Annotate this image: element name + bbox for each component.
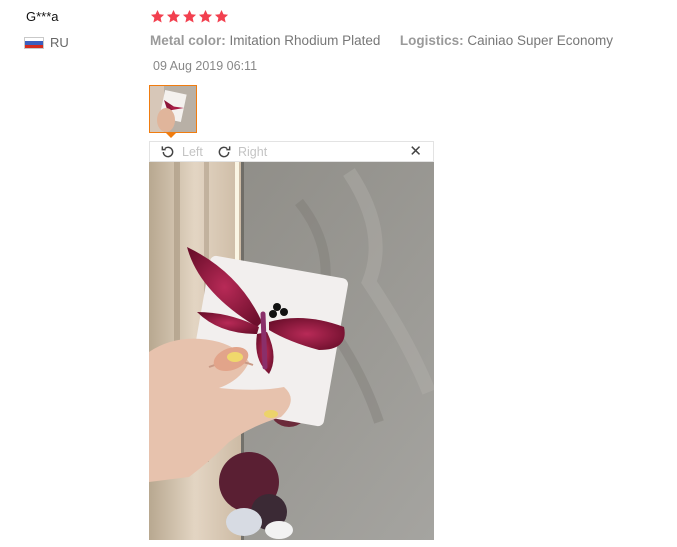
rotate-right-icon	[216, 144, 232, 160]
rotate-right-button[interactable]: Right	[216, 144, 267, 160]
review-date: 09 Aug 2019 06:11	[153, 59, 258, 73]
star-rating	[150, 9, 229, 24]
russia-flag-icon	[24, 37, 44, 49]
logistics-label: Logistics:	[399, 33, 464, 48]
review-attributes: Metal color: Imitation Rhodium Plated Lo…	[150, 33, 613, 48]
review-photo-thumbnail[interactable]	[149, 85, 197, 133]
review-user-name: G***a	[26, 9, 59, 24]
review-photo[interactable]	[149, 162, 434, 540]
image-viewer-toolbar: Left Right ✕	[149, 141, 434, 162]
close-icon[interactable]: ✕	[409, 143, 422, 161]
star-icon	[150, 9, 165, 24]
logistics-value: Cainiao Super Economy	[467, 33, 614, 48]
rotate-right-label: Right	[238, 145, 268, 159]
rotate-left-label: Left	[182, 145, 203, 159]
metal-color-label: Metal color:	[150, 33, 226, 48]
rotate-left-icon	[160, 144, 176, 160]
star-icon	[198, 9, 213, 24]
star-icon	[166, 9, 181, 24]
rotate-left-button[interactable]: Left	[160, 144, 203, 160]
thumbnail-caret	[165, 132, 177, 138]
star-icon	[182, 9, 197, 24]
metal-color-value: Imitation Rhodium Plated	[229, 33, 381, 48]
star-icon	[214, 9, 229, 24]
country-code: RU	[50, 35, 69, 50]
